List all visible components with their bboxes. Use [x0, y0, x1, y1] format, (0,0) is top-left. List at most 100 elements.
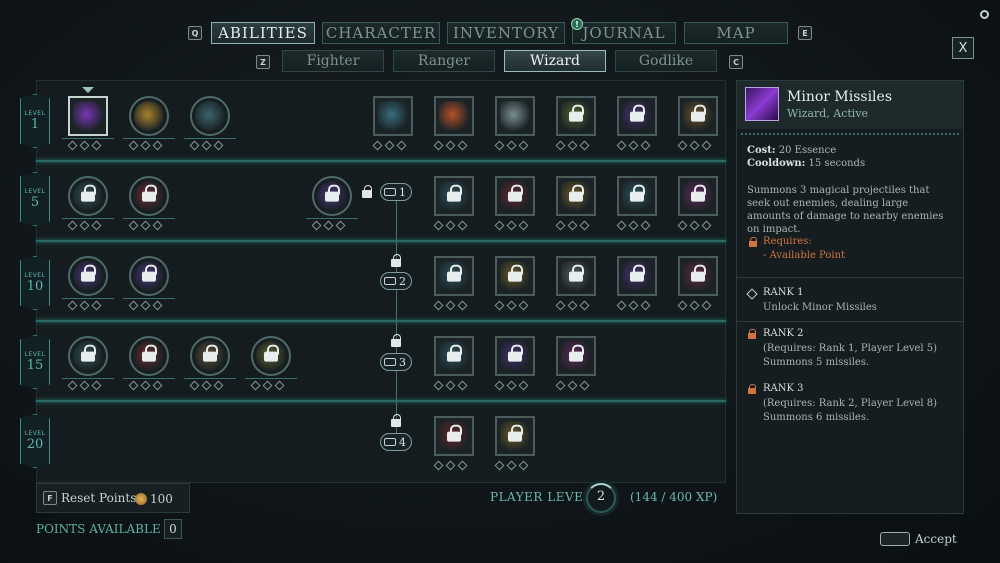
locked-ability-node[interactable]: [129, 256, 169, 296]
close-button[interactable]: X: [952, 37, 974, 59]
rank-pips: [250, 380, 285, 392]
locked-ability-node[interactable]: [495, 336, 535, 376]
tab-character[interactable]: CHARACTER: [322, 22, 440, 44]
level-badge-1: LEVEL 1: [20, 94, 50, 148]
ability-node[interactable]: [373, 96, 413, 136]
lock-icon: [362, 185, 372, 199]
feat-node-4[interactable]: 4: [380, 433, 412, 451]
rank-pips: [128, 380, 163, 392]
ability-node[interactable]: [495, 96, 535, 136]
locked-ability-node[interactable]: [556, 176, 596, 216]
rank-pip-icon: [91, 220, 102, 231]
subtab-ranger[interactable]: Ranger: [393, 50, 495, 72]
rank-pip-icon: [445, 140, 456, 151]
points-available-label: POINTS AVAILABLE: [36, 522, 161, 536]
subtab-fighter[interactable]: Fighter: [282, 50, 384, 72]
lock-icon: [691, 264, 706, 286]
rank-pip-icon: [701, 140, 712, 151]
ability-node[interactable]: [190, 96, 230, 136]
rank-pip-icon: [79, 380, 90, 391]
rank-pip-icon: [140, 140, 151, 151]
node-underline: [62, 298, 114, 299]
locked-ability-node[interactable]: [312, 176, 352, 216]
locked-ability-node[interactable]: [556, 256, 596, 296]
feat-node-2[interactable]: 2: [380, 272, 412, 290]
locked-ability-node[interactable]: [434, 416, 474, 456]
accept-button[interactable]: Accept: [915, 532, 957, 546]
rank-pip-icon: [433, 220, 444, 231]
node-underline: [123, 378, 175, 379]
locked-ability-node[interactable]: [556, 96, 596, 136]
reset-cost: 100: [135, 492, 173, 506]
ability-icon: [73, 101, 103, 131]
subtab-wizard[interactable]: Wizard: [504, 50, 606, 72]
lock-icon: [748, 329, 756, 340]
locked-ability-node[interactable]: [556, 336, 596, 376]
subtab-godlike[interactable]: Godlike: [615, 50, 717, 72]
locked-ability-node[interactable]: [678, 256, 718, 296]
rank-pip-icon: [457, 380, 468, 391]
locked-ability-node[interactable]: [434, 176, 474, 216]
ability-node[interactable]: [68, 96, 108, 136]
feat-node-1[interactable]: 1: [380, 183, 412, 201]
rank-pip-icon: [128, 140, 139, 151]
locked-ability-node[interactable]: [129, 176, 169, 216]
rank-pip-icon: [396, 140, 407, 151]
lock-icon: [569, 264, 584, 286]
locked-ability-node[interactable]: [678, 176, 718, 216]
rank-pip-icon: [445, 460, 456, 471]
tab-inventory[interactable]: INVENTORY: [447, 22, 565, 44]
rank-pips: [128, 300, 163, 312]
locked-ability-node[interactable]: [495, 176, 535, 216]
lock-icon: [630, 264, 645, 286]
ability-node[interactable]: [434, 96, 474, 136]
locked-ability-node[interactable]: [68, 336, 108, 376]
rank-pips: [616, 140, 651, 152]
rank-pips: [494, 460, 529, 472]
rank-pip-icon: [579, 300, 590, 311]
feat-node-3[interactable]: 3: [380, 353, 412, 371]
locked-ability-node[interactable]: [617, 96, 657, 136]
locked-ability-node[interactable]: [251, 336, 291, 376]
rank-pips: [555, 220, 590, 232]
tab-map[interactable]: MAP: [684, 22, 788, 44]
rank-pip-icon: [433, 380, 444, 391]
locked-ability-node[interactable]: [68, 256, 108, 296]
rank-1-title: RANK 1: [763, 287, 804, 298]
tab-journal[interactable]: JOURNAL: [572, 22, 676, 44]
locked-ability-node[interactable]: [190, 336, 230, 376]
lock-icon: [391, 254, 401, 268]
locked-ability-node[interactable]: [495, 416, 535, 456]
locked-ability-node[interactable]: [495, 256, 535, 296]
level-badge-15: LEVEL 15: [20, 335, 50, 389]
tab-abilities[interactable]: ABILITIES: [211, 22, 315, 44]
rank-pips: [67, 140, 102, 152]
rank-pip-icon: [494, 380, 505, 391]
rank-pips: [494, 380, 529, 392]
locked-ability-node[interactable]: [129, 336, 169, 376]
rank-pip-icon: [518, 380, 529, 391]
lock-icon: [748, 384, 756, 395]
reset-points-label: Reset Points: [61, 491, 137, 505]
ability-node[interactable]: [129, 96, 169, 136]
rank-pips: [433, 460, 468, 472]
lock-icon: [447, 424, 462, 446]
rank-pip-icon: [518, 460, 529, 471]
rank-pip-icon: [128, 300, 139, 311]
locked-ability-node[interactable]: [678, 96, 718, 136]
locked-ability-node[interactable]: [617, 256, 657, 296]
locked-ability-node[interactable]: [434, 336, 474, 376]
rank-pip-icon: [213, 140, 224, 151]
rank-3-req: (Requires: Rank 2, Player Level 8): [763, 398, 938, 409]
rank-pip-icon: [506, 300, 517, 311]
reset-points-bar[interactable]: F Reset Points 100: [36, 483, 190, 513]
rank-pips: [67, 220, 102, 232]
rank-pip-icon: [494, 220, 505, 231]
locked-ability-node[interactable]: [434, 256, 474, 296]
locked-ability-node[interactable]: [617, 176, 657, 216]
lock-icon: [447, 344, 462, 366]
row-separator: [36, 320, 726, 322]
rank-pip-icon: [433, 460, 444, 471]
node-underline: [184, 138, 236, 139]
locked-ability-node[interactable]: [68, 176, 108, 216]
